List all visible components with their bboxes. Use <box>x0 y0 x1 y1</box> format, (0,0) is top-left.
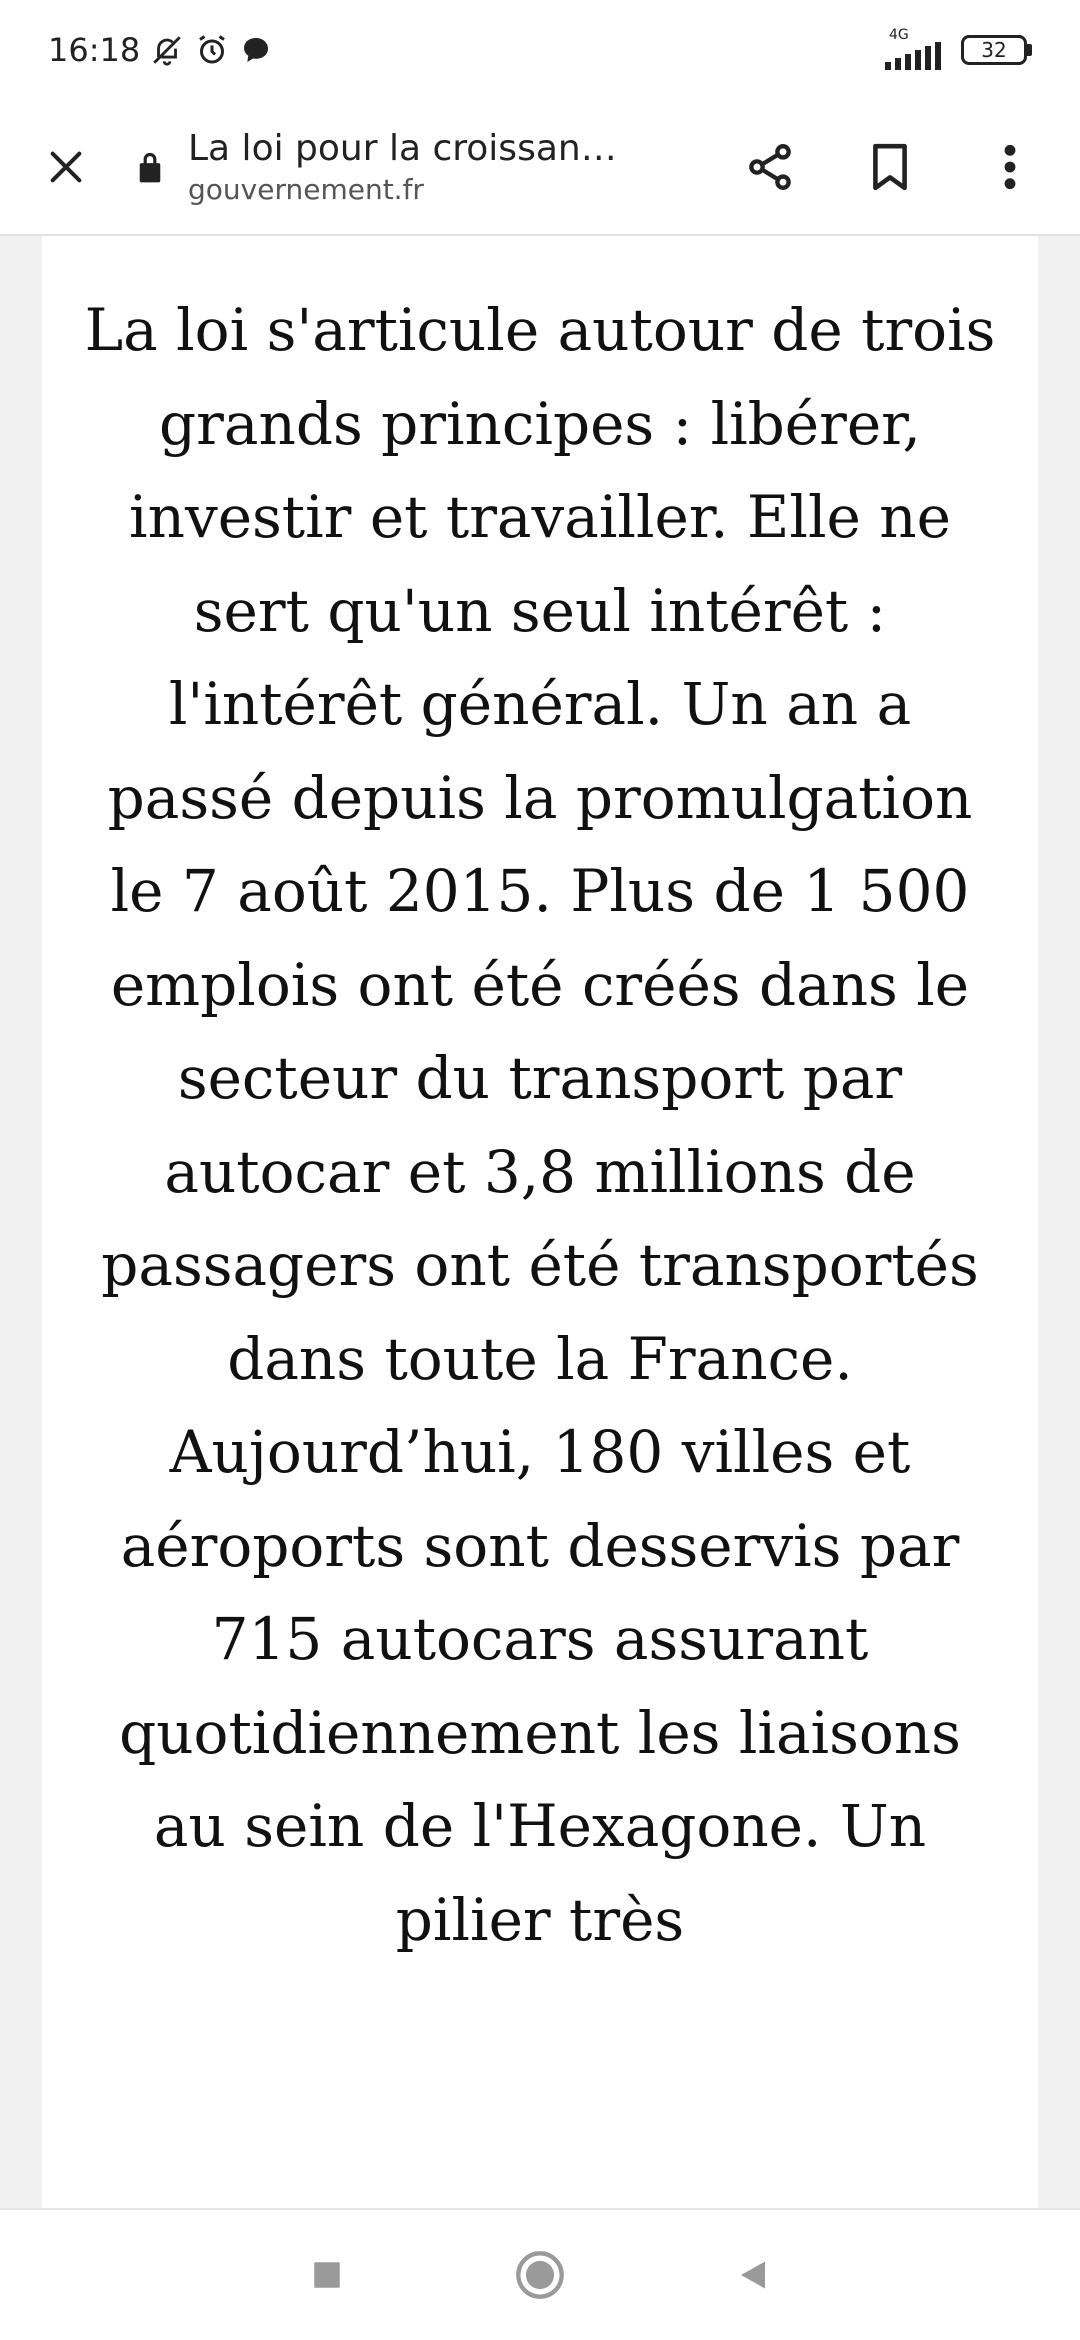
back-triangle-icon <box>741 2261 766 2289</box>
recents-square-icon <box>313 2262 340 2288</box>
status-time: 16:18 <box>48 31 141 69</box>
chat-bubble-icon <box>240 34 272 66</box>
more-vert-icon <box>1004 144 1016 190</box>
share-button[interactable] <box>710 99 830 235</box>
bookmark-icon <box>873 143 907 191</box>
battery-tip <box>1027 44 1032 56</box>
bookmark-button[interactable] <box>830 99 950 235</box>
battery-level: 32 <box>961 35 1027 65</box>
home-circle-icon <box>516 2251 564 2299</box>
lock-icon <box>139 152 161 183</box>
article-paragraph: La loi s'articule autour de trois grands… <box>84 296 996 1954</box>
toolbar-actions <box>710 99 1080 235</box>
system-nav-bar <box>0 2208 1080 2340</box>
signal-icon: 4G <box>883 28 947 72</box>
article-card: La loi s'articule autour de trois grands… <box>42 236 1038 2208</box>
page-domain: gouvernement.fr <box>188 173 424 206</box>
close-button[interactable] <box>0 99 132 235</box>
url-title-block[interactable]: La loi pour la croissan… gouvernement.fr <box>188 126 668 208</box>
battery-icon: 32 <box>961 35 1032 65</box>
page-title: La loi pour la croissan… <box>188 128 617 169</box>
network-type: 4G <box>889 27 909 43</box>
bell-off-icon <box>150 33 184 67</box>
web-content[interactable]: La loi s'articule autour de trois grands… <box>0 236 1080 2208</box>
security-indicator[interactable] <box>132 149 168 185</box>
status-left: 16:18 <box>48 31 272 69</box>
status-right: 4G 32 <box>883 28 1032 72</box>
status-bar: 16:18 4G 32 <box>0 0 1080 100</box>
back-button[interactable] <box>713 2235 793 2315</box>
share-icon <box>749 144 791 190</box>
alarm-icon <box>194 32 230 68</box>
browser-toolbar: La loi pour la croissan… gouvernement.fr <box>0 100 1080 236</box>
home-button[interactable] <box>500 2235 580 2315</box>
more-options-button[interactable] <box>950 99 1070 235</box>
close-icon <box>50 151 82 183</box>
recents-button[interactable] <box>287 2235 367 2315</box>
